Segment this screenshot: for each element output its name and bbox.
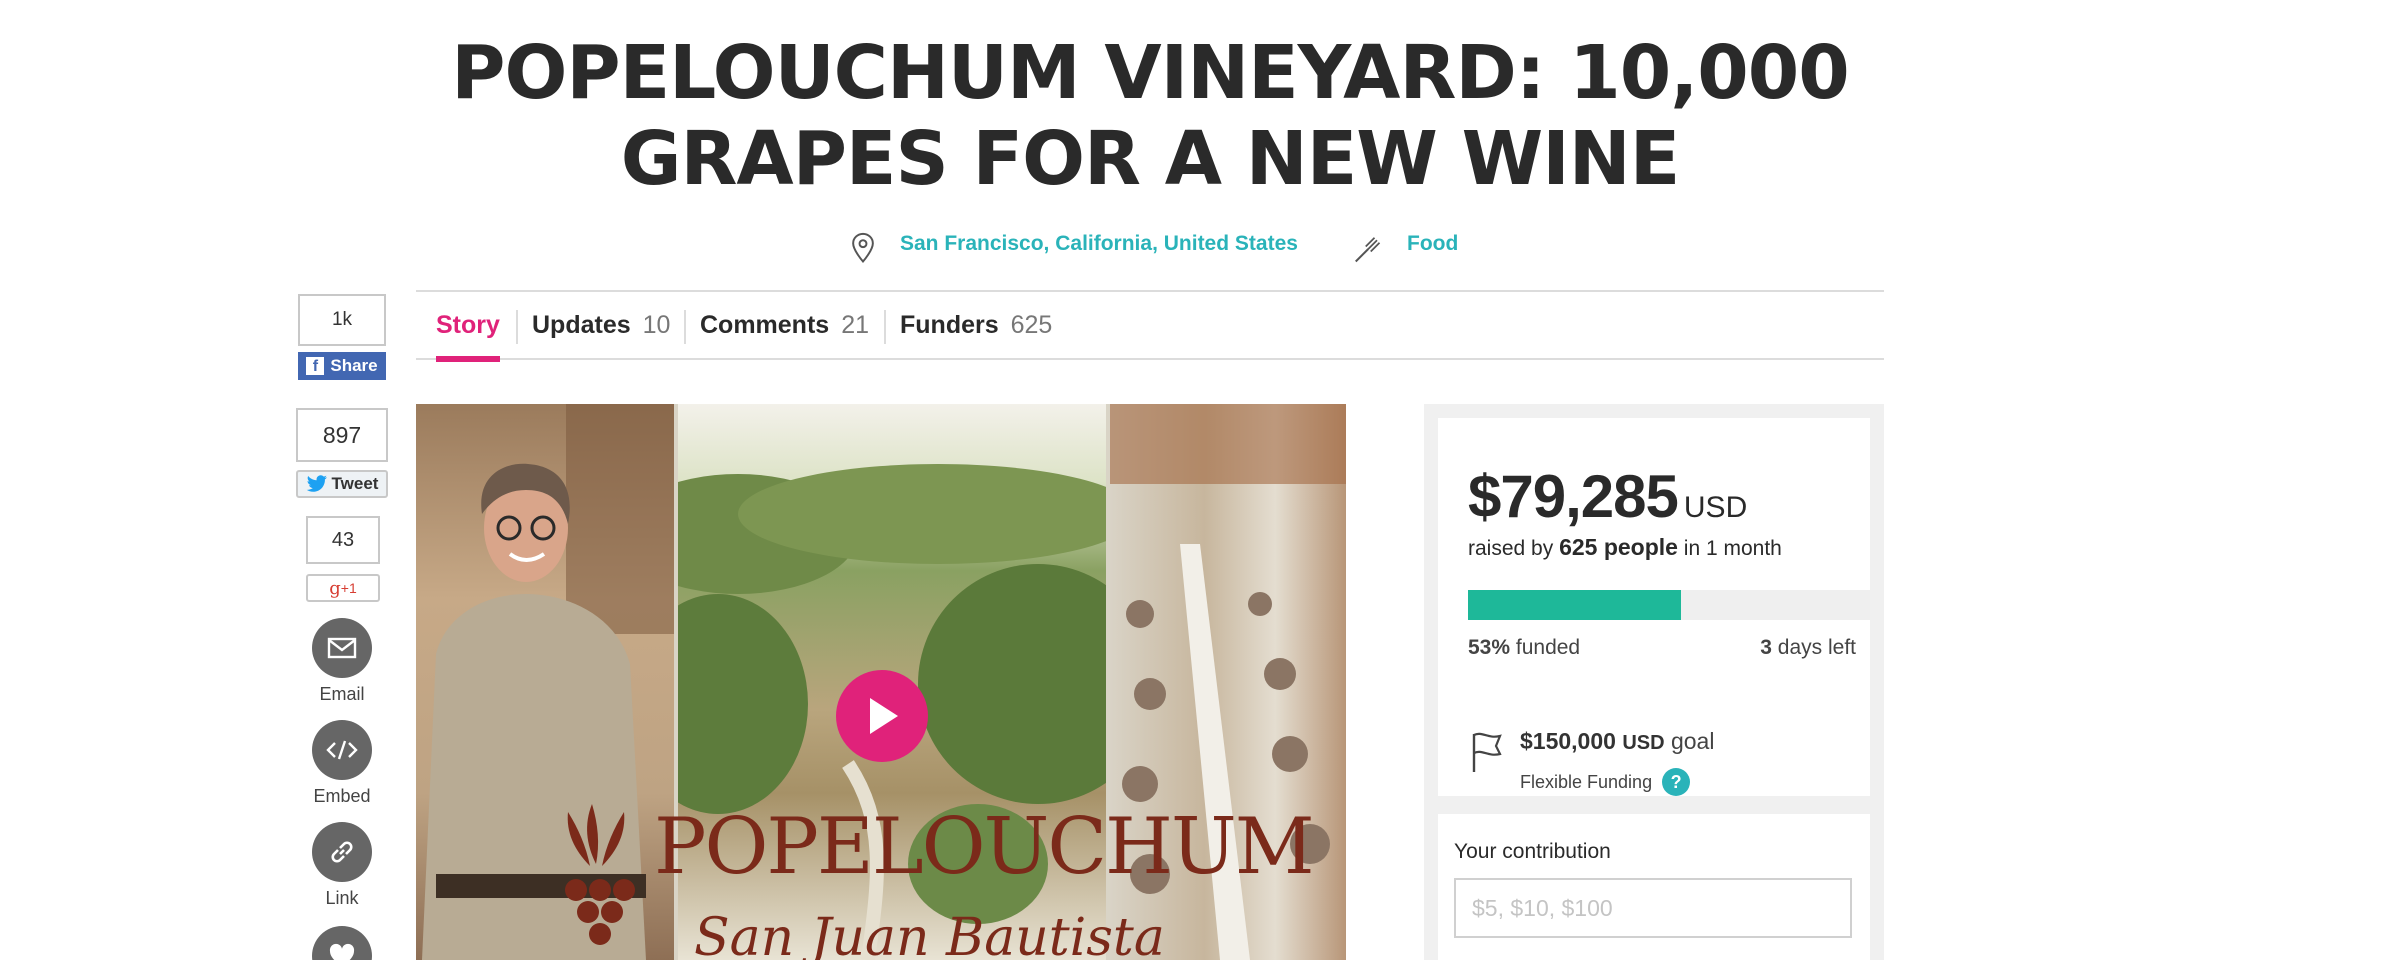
tab-updates-label: Updates xyxy=(532,310,631,339)
play-icon xyxy=(870,698,898,734)
location-pin-icon xyxy=(852,232,874,264)
tab-comments-label: Comments xyxy=(700,310,830,339)
googleplus-icon: g xyxy=(329,577,341,599)
tab-comments-count: 21 xyxy=(841,310,869,339)
funder-count: 625 people xyxy=(1559,534,1678,560)
facebook-icon: f xyxy=(306,357,325,375)
contribution-card: Your contribution xyxy=(1438,814,1870,960)
raised-period: in 1 month xyxy=(1683,537,1782,560)
contribution-amount-input[interactable] xyxy=(1454,878,1852,938)
percent-funded-value: 53% xyxy=(1468,636,1511,659)
tab-divider xyxy=(884,310,886,344)
facebook-share-label: Share xyxy=(330,356,378,375)
tab-story[interactable]: Story xyxy=(436,292,500,362)
googleplus-button[interactable]: g +1 xyxy=(306,574,380,602)
percent-funded: 53% funded xyxy=(1468,636,1580,660)
funding-progress-bar xyxy=(1468,590,1870,620)
tab-divider xyxy=(516,310,518,344)
tab-divider xyxy=(684,310,686,344)
twitter-bird-icon xyxy=(306,475,327,492)
video-logo-text: POPELOUCHUM xyxy=(654,802,1315,892)
food-category-icon xyxy=(1355,237,1381,263)
contribution-label: Your contribution xyxy=(1454,840,1611,863)
googleplus-count: 43 xyxy=(306,516,380,564)
tab-updates[interactable]: Updates 10 xyxy=(532,292,670,358)
code-icon xyxy=(326,740,358,760)
facebook-share-count: 1k xyxy=(298,294,386,346)
embed-button[interactable] xyxy=(312,720,372,780)
tab-story-label: Story xyxy=(436,310,500,339)
link-label: Link xyxy=(325,888,359,908)
follow-heart-button[interactable] xyxy=(312,926,372,960)
video-logo-subtext: San Juan Bautista xyxy=(694,908,1165,960)
location-link[interactable]: San Francisco, California, United States xyxy=(900,232,1298,256)
campaign-video[interactable]: POPELOUCHUM San Juan Bautista xyxy=(416,404,1346,960)
goal-flag-icon xyxy=(1472,732,1502,772)
heart-icon xyxy=(329,943,355,960)
funding-progress-fill xyxy=(1468,590,1682,620)
copy-link-button[interactable] xyxy=(312,822,372,882)
goal-amount: $150,000 xyxy=(1520,728,1616,754)
tab-funders-label: Funders xyxy=(900,310,999,339)
link-icon xyxy=(331,841,353,863)
days-left-value: 3 xyxy=(1760,636,1772,659)
tab-funders[interactable]: Funders 625 xyxy=(900,292,1052,358)
facebook-share-button[interactable]: f Share xyxy=(298,352,386,380)
email-share-button[interactable] xyxy=(312,618,372,678)
campaign-meta: San Francisco, California, United States… xyxy=(0,226,2400,266)
embed-label: Embed xyxy=(313,786,371,806)
tweet-label: Tweet xyxy=(331,474,379,493)
funding-type: Flexible Funding ? xyxy=(1520,768,1691,796)
funding-summary-card: $79,285 USD raised by 625 people in 1 mon… xyxy=(1438,418,1870,796)
funding-type-label: Flexible Funding xyxy=(1520,771,1653,792)
twitter-share-count: 897 xyxy=(296,408,388,462)
envelope-icon xyxy=(327,637,357,659)
percent-funded-label: funded xyxy=(1515,636,1581,659)
category-link[interactable]: Food xyxy=(1407,232,1458,256)
funding-sidebar: $79,285 USD raised by 625 people in 1 mon… xyxy=(1424,404,1884,960)
days-left-label: days left xyxy=(1777,636,1856,659)
tab-funders-count: 625 xyxy=(1010,310,1053,339)
email-share-label: Email xyxy=(319,684,365,704)
grape-wheat-logo-icon xyxy=(565,804,635,945)
days-left: 3 days left xyxy=(1760,636,1856,660)
tab-comments[interactable]: Comments 21 xyxy=(700,292,869,358)
campaign-tabs: Story Updates 10 Comments 21 Funders 625 xyxy=(416,290,1884,362)
tweet-button[interactable]: Tweet xyxy=(296,470,388,498)
goal-label: goal xyxy=(1670,728,1715,754)
amount-currency: USD xyxy=(1683,491,1748,524)
raised-by-text: raised by 625 people in 1 month xyxy=(1468,534,1782,561)
campaign-title: POPELOUCHUM VINEYARD: 10,000 GRAPES FOR … xyxy=(451,30,1850,202)
video-play-button[interactable] xyxy=(836,670,928,762)
tab-updates-count: 10 xyxy=(642,310,671,339)
goal-currency: USD xyxy=(1622,732,1665,754)
funding-goal: $150,000 USD goal xyxy=(1520,728,1714,755)
googleplus-label: +1 xyxy=(340,580,357,596)
amount-raised: $79,285 USD xyxy=(1468,462,1747,531)
amount-raised-value: $79,285 xyxy=(1468,463,1679,530)
raised-prefix: raised by xyxy=(1468,537,1554,560)
help-icon[interactable]: ? xyxy=(1662,768,1691,796)
